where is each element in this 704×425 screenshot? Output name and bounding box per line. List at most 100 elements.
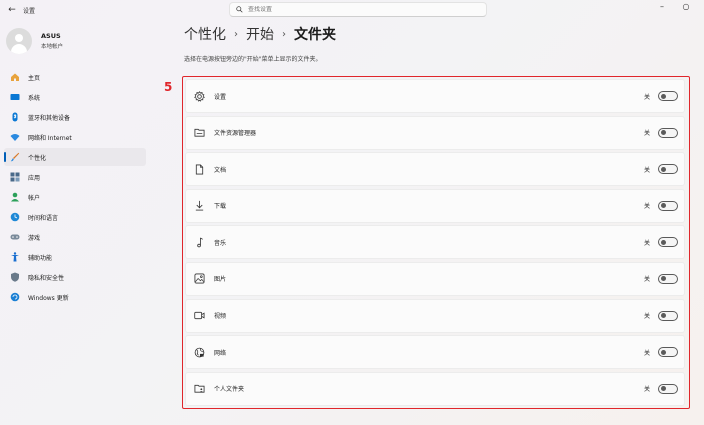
toggle-state-label: 关 xyxy=(644,93,651,101)
profile[interactable]: ASUS 本地帐户 xyxy=(6,28,63,54)
folder-label: 个人文件夹 xyxy=(214,386,245,394)
system-icon xyxy=(10,92,20,102)
breadcrumb-start[interactable]: 开始 xyxy=(246,24,274,44)
personal-folder-icon xyxy=(194,383,205,394)
chevron-right-icon: › xyxy=(282,28,286,40)
globe-clock-icon xyxy=(10,212,20,222)
music-toggle[interactable] xyxy=(658,237,678,248)
gamepad-icon xyxy=(10,232,20,242)
sidebar-item-label: 个性化 xyxy=(28,154,47,162)
folder-row-settings: 设置 关 xyxy=(185,79,685,113)
toggle-state-label: 关 xyxy=(644,239,651,247)
sidebar-item-label: 时间和语言 xyxy=(28,214,59,222)
folder-row-documents: 文档 关 xyxy=(185,152,685,187)
breadcrumb-personalization[interactable]: 个性化 xyxy=(184,24,226,44)
sidebar-item-gaming[interactable]: 游戏 xyxy=(4,228,146,246)
sidebar-item-apps[interactable]: 应用 xyxy=(4,168,146,186)
downloads-toggle[interactable] xyxy=(658,200,678,211)
annotation-number: 5 xyxy=(164,80,173,94)
folder-label: 文档 xyxy=(214,166,227,174)
sidebar-item-label: 隐私和安全性 xyxy=(28,274,65,282)
profile-subtitle: 本地帐户 xyxy=(41,44,64,50)
title-bar: ← 设置 – ○ xyxy=(0,0,704,20)
sidebar-item-accounts[interactable]: 帐户 xyxy=(4,188,146,206)
network-toggle[interactable] xyxy=(658,347,678,358)
folder-row-music: 音乐 关 xyxy=(185,225,685,260)
documents-toggle[interactable] xyxy=(658,164,678,175)
back-button[interactable]: ← xyxy=(6,4,18,16)
folder-row-personal-folder: 个人文件夹 关 xyxy=(185,371,685,406)
sidebar-item-network[interactable]: 网络和 Internet xyxy=(4,128,146,146)
network-globe-icon xyxy=(194,347,205,358)
sidebar-item-label: 辅助功能 xyxy=(28,254,53,262)
toggle-state-label: 关 xyxy=(644,166,651,174)
folder-row-downloads: 下载 关 xyxy=(185,188,685,223)
sidebar: ASUS 本地帐户 主页 系统 蓝牙和其他设备 网络和 Internet 个性化… xyxy=(0,20,150,425)
sidebar-item-time-language[interactable]: 时间和语言 xyxy=(4,208,146,226)
sidebar-item-label: Windows 更新 xyxy=(28,294,69,302)
breadcrumb: 个性化 › 开始 › 文件夹 xyxy=(184,24,336,44)
document-icon xyxy=(194,164,205,175)
toggle-state-label: 关 xyxy=(644,276,651,284)
toggle-state-label: 关 xyxy=(644,349,651,357)
search-box[interactable] xyxy=(229,2,487,17)
videos-toggle[interactable] xyxy=(658,310,678,321)
sidebar-item-bluetooth[interactable]: 蓝牙和其他设备 xyxy=(4,108,146,126)
file-explorer-icon xyxy=(194,127,205,138)
settings-toggle[interactable] xyxy=(658,91,678,101)
app-title: 设置 xyxy=(23,8,36,15)
personal-folder-toggle[interactable] xyxy=(658,383,678,394)
folder-row-pictures: 图片 关 xyxy=(185,261,685,296)
search-icon xyxy=(236,6,243,13)
toggle-state-label: 关 xyxy=(644,203,651,211)
folder-label: 网络 xyxy=(214,349,227,357)
toggle-state-label: 关 xyxy=(644,130,651,138)
toggle-state-label: 关 xyxy=(644,386,651,394)
home-icon xyxy=(10,72,20,82)
sidebar-item-windows-update[interactable]: Windows 更新 xyxy=(4,288,146,306)
sidebar-item-system[interactable]: 系统 xyxy=(4,88,146,106)
profile-name: ASUS xyxy=(41,32,61,40)
network-icon xyxy=(10,132,20,142)
minimize-button[interactable]: – xyxy=(656,2,668,11)
sidebar-item-label: 蓝牙和其他设备 xyxy=(28,114,71,122)
sidebar-item-label: 系统 xyxy=(28,94,41,102)
picture-icon xyxy=(194,273,205,284)
file-explorer-toggle[interactable] xyxy=(658,127,678,138)
chevron-right-icon: › xyxy=(234,28,238,40)
toggle-state-label: 关 xyxy=(644,313,651,321)
bluetooth-icon xyxy=(10,112,20,122)
sidebar-item-label: 游戏 xyxy=(28,234,41,242)
search-input[interactable] xyxy=(248,6,468,13)
folder-label: 视频 xyxy=(214,313,227,321)
sidebar-item-privacy[interactable]: 隐私和安全性 xyxy=(4,268,146,286)
download-icon xyxy=(194,200,205,211)
folder-label: 下载 xyxy=(214,203,227,211)
sidebar-item-home[interactable]: 主页 xyxy=(4,68,146,86)
folder-row-videos: 视频 关 xyxy=(185,298,685,333)
apps-icon xyxy=(10,172,20,182)
sidebar-item-personalization[interactable]: 个性化 xyxy=(4,148,146,166)
folder-label: 音乐 xyxy=(214,239,227,247)
folder-list: 设置 关 文件资源管理器 关 文档 关 下载 关 音乐 关 图片 关 视频 关 xyxy=(185,79,685,408)
avatar xyxy=(6,28,32,54)
sidebar-item-accessibility[interactable]: 辅助功能 xyxy=(4,248,146,266)
account-icon xyxy=(10,192,20,202)
sidebar-item-label: 网络和 Internet xyxy=(28,134,72,142)
update-icon xyxy=(10,292,20,302)
sidebar-item-label: 帐户 xyxy=(28,194,41,202)
folder-row-network: 网络 关 xyxy=(185,335,685,370)
sidebar-item-label: 主页 xyxy=(28,74,41,82)
accessibility-icon xyxy=(10,252,20,262)
page-title: 文件夹 xyxy=(294,27,336,43)
nav-list: 主页 系统 蓝牙和其他设备 网络和 Internet 个性化 应用 帐户 时间和… xyxy=(4,68,146,308)
maximize-button[interactable]: ○ xyxy=(680,2,692,11)
brush-icon xyxy=(10,152,20,162)
folder-label: 文件资源管理器 xyxy=(214,130,257,138)
pictures-toggle[interactable] xyxy=(658,273,678,284)
gear-icon xyxy=(194,90,205,102)
folder-label: 图片 xyxy=(214,276,227,284)
folder-row-file-explorer: 文件资源管理器 关 xyxy=(185,115,685,150)
shield-icon xyxy=(10,272,20,282)
video-icon xyxy=(194,310,205,321)
